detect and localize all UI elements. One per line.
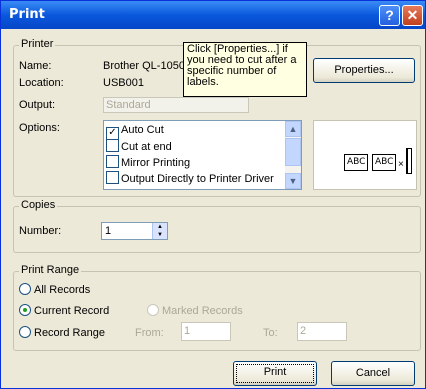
print-range-legend: Print Range — [19, 264, 82, 276]
option-auto-cut[interactable]: ✓ Auto Cut — [106, 123, 164, 140]
option-cut-at-end[interactable]: Cut at end — [106, 139, 172, 153]
copies-number-value: 1 — [105, 225, 112, 237]
copies-legend: Copies — [19, 199, 58, 211]
checkbox-output-directly[interactable] — [106, 171, 119, 184]
spin-down-button[interactable]: ▼ — [152, 231, 167, 239]
scroll-thumb[interactable] — [285, 138, 301, 166]
to-label: To: — [263, 327, 278, 339]
tape-end-icon — [406, 148, 412, 174]
options-label: Options: — [19, 122, 60, 134]
window-title: Print — [9, 7, 45, 22]
radio-all-records-button[interactable] — [19, 283, 31, 295]
printer-legend: Printer — [19, 38, 56, 50]
to-input[interactable]: 2 — [297, 322, 347, 341]
help-icon: ? — [385, 7, 394, 23]
option-output-directly[interactable]: Output Directly to Printer Driver — [106, 171, 274, 185]
option-mirror-printing[interactable]: Mirror Printing — [106, 155, 190, 169]
scroll-up-button[interactable]: ▲ — [285, 121, 301, 137]
preview-label-1: ABC — [344, 154, 369, 171]
radio-all-records[interactable]: All Records — [19, 283, 90, 296]
output-select[interactable]: Standard — [103, 97, 249, 113]
radio-marked-records[interactable]: Marked Records — [147, 304, 243, 317]
close-icon: ✕ — [406, 7, 419, 23]
cut-preview: ABC ABC × — [313, 120, 417, 190]
options-list[interactable]: ✓ Auto Cut Cut at end Mirror Printing Out… — [103, 120, 302, 190]
from-label: From: — [135, 327, 164, 339]
print-dialog: Print ? ✕ Printer Name: Brother QL-1050 … — [0, 0, 426, 389]
radio-current-record[interactable]: Current Record — [19, 304, 109, 317]
options-scrollbar[interactable]: ▲ ▼ — [285, 121, 301, 189]
output-label: Output: — [19, 99, 56, 111]
title-bar[interactable]: Print ? ✕ — [1, 1, 425, 29]
properties-tooltip: Click [Properties...] if you need to cut… — [183, 42, 307, 97]
cut-mark-icon: × — [398, 159, 404, 170]
scroll-down-button[interactable]: ▼ — [285, 173, 301, 189]
help-button[interactable]: ? — [379, 5, 400, 26]
name-label: Name: — [19, 60, 52, 72]
from-input[interactable]: 1 — [181, 322, 231, 341]
location-value: USB001 — [103, 77, 144, 89]
radio-record-range[interactable]: Record Range — [19, 326, 105, 339]
properties-button[interactable]: Properties... — [313, 58, 415, 83]
copies-number-input[interactable]: 1 ▲ ▼ — [101, 222, 168, 240]
checkbox-mirror-printing[interactable] — [106, 155, 119, 168]
radio-marked-records-button[interactable] — [147, 304, 159, 316]
radio-record-range-button[interactable] — [19, 326, 31, 338]
cancel-button[interactable]: Cancel — [331, 361, 415, 386]
preview-label-2: ABC — [372, 154, 397, 171]
print-button[interactable]: Print — [233, 361, 317, 386]
number-label: Number: — [19, 225, 62, 237]
copies-group — [13, 206, 421, 253]
close-button[interactable]: ✕ — [402, 5, 423, 26]
printer-name-value: Brother QL-1050 — [103, 60, 185, 72]
radio-current-record-button[interactable] — [19, 304, 31, 316]
location-label: Location: — [19, 77, 64, 89]
checkbox-cut-at-end[interactable] — [106, 139, 119, 152]
spin-up-button[interactable]: ▲ — [152, 223, 167, 231]
